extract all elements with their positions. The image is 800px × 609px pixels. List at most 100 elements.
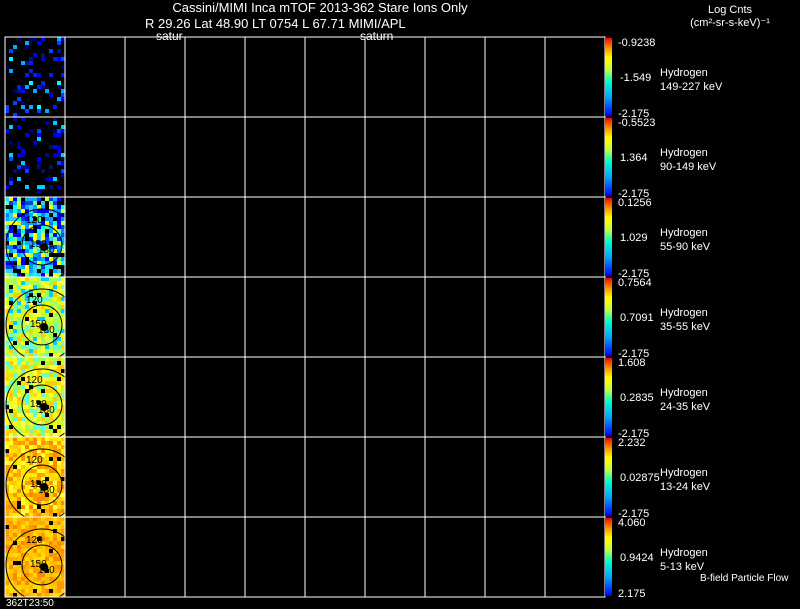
heatmap-cell (29, 201, 33, 205)
heatmap-cell (13, 481, 17, 485)
heatmap-cell (25, 169, 29, 173)
heatmap-cell (17, 409, 21, 413)
heatmap-cell (13, 353, 17, 357)
heatmap-cell (13, 249, 17, 253)
heatmap-cell (17, 237, 21, 241)
heatmap-cell (9, 141, 13, 145)
missing-cell (61, 537, 65, 541)
heatmap-cell (13, 333, 17, 337)
heatmap-cell (61, 173, 65, 177)
heatmap-cell (41, 549, 45, 553)
heatmap-cell (9, 49, 13, 53)
heatmap-cell (25, 569, 29, 573)
heatmap-cell (61, 337, 65, 341)
heatmap-cell (41, 589, 45, 593)
heatmap-cell (37, 357, 41, 361)
missing-cell (17, 561, 21, 565)
heatmap-cell (29, 349, 33, 353)
heatmap-cell (61, 517, 65, 521)
grid-cell (364, 356, 426, 438)
heatmap-cell (17, 85, 21, 89)
missing-cell (9, 409, 13, 413)
heatmap-cell (9, 157, 13, 161)
heatmap-cell (53, 477, 57, 481)
heatmap-cell (45, 381, 49, 385)
heatmap-cell (57, 545, 61, 549)
heatmap-cell (33, 417, 37, 421)
contour-label: 180 (38, 565, 55, 576)
heatmap-cell (53, 221, 57, 225)
heatmap-cell (49, 257, 53, 261)
heatmap-cell (13, 205, 17, 209)
heatmap-cell (17, 577, 21, 581)
colorbar (605, 358, 612, 436)
heatmap-cell (53, 349, 57, 353)
heatmap-cell (49, 393, 53, 397)
heatmap-cell (5, 513, 9, 517)
heatmap-cell (41, 277, 45, 281)
heatmap-cell (5, 285, 9, 289)
heatmap-cell (17, 477, 21, 481)
heatmap-cell (21, 201, 25, 205)
missing-cell (25, 317, 29, 321)
heatmap-cell (53, 397, 57, 401)
species-label: Hydrogen (660, 467, 708, 479)
heatmap-cell (13, 397, 17, 401)
heatmap-cell (17, 257, 21, 261)
heatmap-cell (45, 197, 49, 201)
heatmap-cell (45, 257, 49, 261)
heatmap-cell (61, 65, 65, 69)
grid-cell (124, 36, 186, 118)
heatmap-cell (13, 45, 17, 49)
heatmap-cell (57, 405, 61, 409)
grid-cell (244, 436, 306, 518)
grid-cell (424, 356, 486, 438)
heatmap-cell (25, 397, 29, 401)
heatmap-cell (61, 357, 65, 361)
heatmap-cell (17, 141, 21, 145)
heatmap-cell (13, 113, 17, 117)
heatmap-cell (25, 61, 29, 65)
heatmap-cell (21, 61, 25, 65)
heatmap-cell (9, 217, 13, 221)
heatmap-cell (5, 197, 9, 201)
heatmap-cell (53, 437, 57, 441)
heatmap-cell (49, 585, 53, 589)
heatmap-cell (5, 129, 9, 133)
heatmap-cell (29, 277, 33, 281)
heatmap-cell (21, 369, 25, 373)
heatmap-cell (25, 329, 29, 333)
heatmap-cell (25, 353, 29, 357)
heatmap-cell (25, 73, 29, 77)
heatmap-cell (33, 361, 37, 365)
heatmap-cell (5, 437, 9, 441)
heatmap-cell (9, 401, 13, 405)
grid-cell (124, 196, 186, 278)
heatmap-cell (37, 585, 41, 589)
heatmap-cell (61, 349, 65, 353)
heatmap-cell (13, 361, 17, 365)
heatmap-cell (17, 473, 21, 477)
heatmap-cell (57, 565, 61, 569)
grid-cell (184, 116, 246, 198)
heatmap-cell (61, 445, 65, 449)
heatmap-cell (41, 505, 45, 509)
missing-cell (53, 513, 57, 517)
heatmap-cell (17, 325, 21, 329)
heatmap-cell (21, 229, 25, 233)
missing-cell (5, 449, 9, 453)
colorbar-mid-label: 0.7091 (620, 312, 654, 324)
heatmap-cell (17, 413, 21, 417)
heatmap-cell (17, 277, 21, 281)
heatmap-cell (17, 165, 21, 169)
heatmap-cell (9, 289, 13, 293)
heatmap-cell (9, 569, 13, 573)
heatmap-cell (21, 221, 25, 225)
heatmap-cell (29, 509, 33, 513)
heatmap-cell (29, 365, 33, 369)
heatmap-cell (33, 345, 37, 349)
heatmap-cell (33, 365, 37, 369)
energy-label: 5-13 keV (660, 561, 705, 573)
grid-cell (424, 196, 486, 278)
heatmap-cell (49, 441, 53, 445)
